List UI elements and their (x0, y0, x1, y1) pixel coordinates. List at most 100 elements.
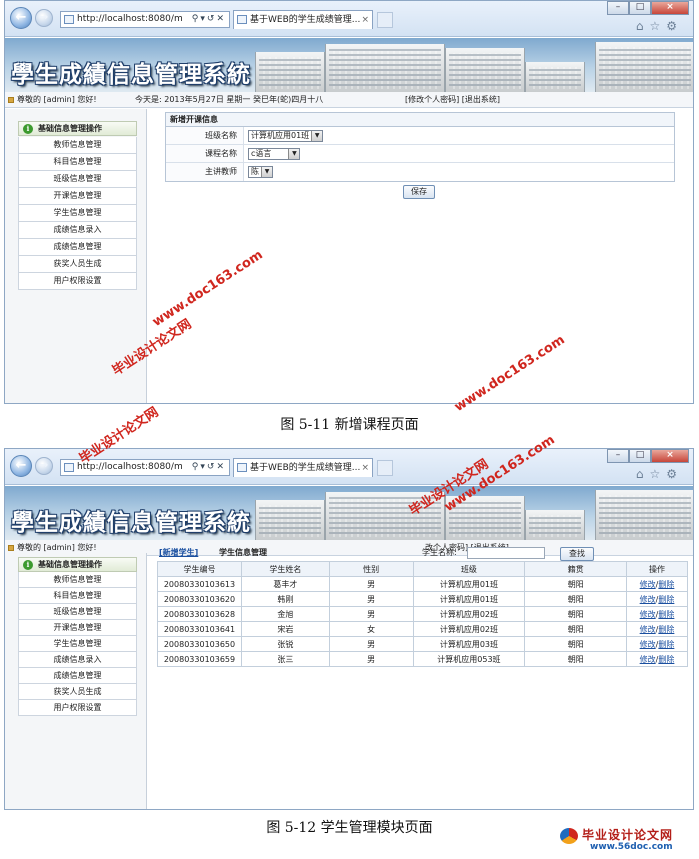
sidebar-item-course[interactable]: 开课信息管理 (18, 620, 137, 636)
tab-close-icon[interactable]: × (361, 11, 369, 29)
sidebar-item-teacher[interactable]: 教师信息管理 (18, 572, 137, 588)
cell-class: 计算机应用01班 (412, 591, 526, 607)
maximize-button[interactable]: □ (629, 449, 651, 463)
star-icon[interactable]: ☆ (649, 19, 666, 33)
tab-title: 基于WEB的学生成绩管理... (250, 463, 361, 473)
back-button[interactable]: ← (10, 455, 32, 477)
table-row: 20080330103641 宋岩 女 计算机应用02班 朝阳 修改/删除 (157, 621, 688, 637)
form-row-class: 班级名称 计算机应用01班 ▼ (166, 127, 674, 145)
course-select[interactable]: c语言 ▼ (248, 148, 301, 160)
delete-link[interactable]: 删除 (658, 610, 674, 619)
user-icon (8, 97, 14, 103)
menu-header-label: 基础信息管理操作 (38, 124, 102, 133)
sidebar-item-permission[interactable]: 用户权限设置 (18, 273, 137, 290)
column-header: 学生姓名 (240, 561, 330, 577)
building-image (325, 44, 445, 92)
cell-hometown: 朝阳 (524, 636, 628, 652)
sidebar-item-student[interactable]: 学生信息管理 (18, 205, 137, 222)
search-button[interactable]: 查找 (560, 547, 594, 561)
course-select-value: c语言 (251, 149, 272, 158)
list-toolbar: [新增学生] 学生信息管理 学生名称: 查找 (157, 545, 687, 561)
main-content: [新增学生] 学生信息管理 学生名称: 查找 学生编号 学生姓名 性别 班级 籍… (153, 543, 693, 809)
sidebar-item-teacher[interactable]: 教师信息管理 (18, 137, 137, 154)
edit-link[interactable]: 修改 (640, 640, 656, 649)
edit-link[interactable]: 修改 (640, 625, 656, 634)
edit-link[interactable]: 修改 (640, 595, 656, 604)
cell-gender: 女 (328, 621, 414, 637)
new-tab-button[interactable] (377, 460, 393, 476)
add-student-link[interactable]: [新增学生] (159, 545, 198, 561)
sidebar-item-award[interactable]: 获奖人员生成 (18, 256, 137, 273)
minimize-button[interactable]: – (607, 1, 629, 15)
address-bar[interactable]: http://localhost:8080/m ⚲▾↺✕ (60, 11, 230, 28)
delete-link[interactable]: 删除 (658, 655, 674, 664)
account-links[interactable]: [修改个人密码] [退出系统] (405, 92, 500, 108)
edit-link[interactable]: 修改 (640, 580, 656, 589)
tab-close-icon[interactable]: × (361, 459, 369, 477)
class-select-value: 计算机应用01班 (251, 131, 310, 140)
form-row-course: 课程名称 c语言 ▼ (166, 145, 674, 163)
screenshot-student-management: ← → http://localhost:8080/m ⚲▾↺✕ 基于WEB的学… (4, 448, 694, 810)
sidebar-item-score-entry[interactable]: 成绩信息录入 (18, 652, 137, 668)
delete-link[interactable]: 删除 (658, 580, 674, 589)
sidebar-item-score-manage[interactable]: 成绩信息管理 (18, 239, 137, 256)
cell-actions: 修改/删除 (626, 621, 688, 637)
delete-link[interactable]: 删除 (658, 595, 674, 604)
back-button[interactable]: ← (10, 7, 32, 29)
sidebar-item-score-manage[interactable]: 成绩信息管理 (18, 668, 137, 684)
cell-gender: 男 (328, 591, 414, 607)
sidebar-item-class[interactable]: 班级信息管理 (18, 171, 137, 188)
browser-tab[interactable]: 基于WEB的学生成绩管理... × (233, 10, 373, 29)
star-icon[interactable]: ☆ (649, 467, 666, 481)
sidebar-item-class[interactable]: 班级信息管理 (18, 604, 137, 620)
forward-button[interactable]: → (35, 457, 53, 475)
home-icon[interactable]: ⌂ (636, 467, 650, 481)
sidebar-item-subject[interactable]: 科目信息管理 (18, 588, 137, 604)
browser-tab[interactable]: 基于WEB的学生成绩管理... × (233, 458, 373, 477)
menu-list: 教师信息管理 科目信息管理 班级信息管理 开课信息管理 学生信息管理 成绩信息录… (18, 572, 137, 716)
cell-hometown: 朝阳 (524, 651, 628, 667)
close-window-button[interactable]: × (651, 1, 689, 15)
delete-link[interactable]: 删除 (658, 640, 674, 649)
search-input[interactable] (467, 547, 545, 559)
edit-link[interactable]: 修改 (640, 655, 656, 664)
cell-actions: 修改/删除 (626, 636, 688, 652)
sidebar-item-award[interactable]: 获奖人员生成 (18, 684, 137, 700)
cell-actions: 修改/删除 (626, 576, 688, 592)
address-tools-icon[interactable]: ⚲▾↺✕ (192, 460, 226, 475)
class-select[interactable]: 计算机应用01班 ▼ (248, 130, 324, 142)
date-text: 今天是: 2013年5月27日 星期一 癸巳年(蛇)四月十八 (135, 95, 324, 104)
cell-name: 韩刚 (240, 591, 330, 607)
browser-toolbar: ← → http://localhost:8080/m ⚲▾↺✕ 基于WEB的学… (5, 449, 693, 485)
main-content: 新增开课信息 班级名称 计算机应用01班 ▼ 课程名称 c语言 ▼ 主讲教师 陈 ▼ … (153, 109, 693, 403)
home-icon[interactable]: ⌂ (636, 19, 650, 33)
new-tab-button[interactable] (377, 12, 393, 28)
edit-link[interactable]: 修改 (640, 610, 656, 619)
table-row: 20080330103613 葛丰才 男 计算机应用01班 朝阳 修改/删除 (157, 576, 688, 592)
delete-link[interactable]: 删除 (658, 625, 674, 634)
minimize-button[interactable]: – (607, 449, 629, 463)
maximize-button[interactable]: □ (629, 1, 651, 15)
tab-icon (237, 463, 247, 472)
table-header-row: 学生编号 学生姓名 性别 班级 籍贯 操作 (157, 561, 688, 577)
cell-hometown: 朝阳 (524, 606, 628, 622)
sidebar-item-student[interactable]: 学生信息管理 (18, 636, 137, 652)
screenshot-new-course: ← → http://localhost:8080/m ⚲▾↺✕ 基于WEB的学… (4, 0, 694, 404)
save-button[interactable]: 保存 (403, 185, 435, 199)
gear-icon[interactable]: ⚙ (666, 19, 683, 33)
sidebar-item-course[interactable]: 开课信息管理 (18, 188, 137, 205)
forward-button[interactable]: → (35, 9, 53, 27)
window-controls: – □ × (607, 1, 689, 15)
sidebar-item-subject[interactable]: 科目信息管理 (18, 154, 137, 171)
cell-actions: 修改/删除 (626, 651, 688, 667)
sidebar-item-score-entry[interactable]: 成绩信息录入 (18, 222, 137, 239)
gear-icon[interactable]: ⚙ (666, 467, 683, 481)
cell-gender: 男 (328, 636, 414, 652)
address-tools-icon[interactable]: ⚲▾↺✕ (192, 12, 226, 27)
form-row-teacher: 主讲教师 陈 ▼ (166, 163, 674, 181)
sidebar-item-permission[interactable]: 用户权限设置 (18, 700, 137, 716)
cell-id: 20080330103628 (157, 606, 242, 622)
cell-name: 张三 (240, 651, 330, 667)
teacher-select[interactable]: 陈 ▼ (248, 166, 273, 178)
close-window-button[interactable]: × (651, 449, 689, 463)
